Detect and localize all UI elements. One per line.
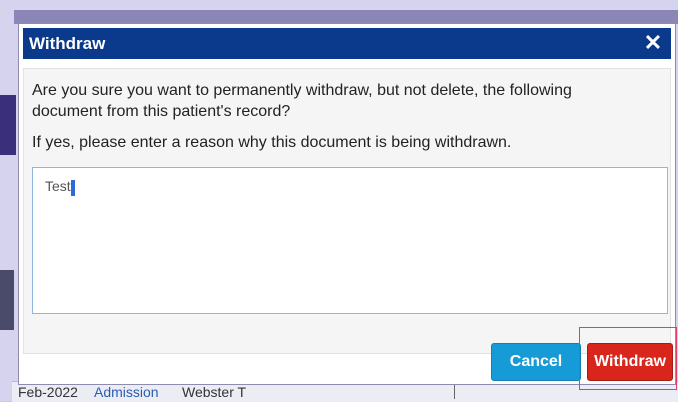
row-date: Feb-2022 xyxy=(18,384,78,400)
row-name: Webster T xyxy=(182,384,247,400)
background-sidebar xyxy=(0,95,16,155)
row-type-link: Admission xyxy=(94,384,159,400)
reason-textarea[interactable]: Test xyxy=(32,167,668,314)
reason-prompt: If yes, please enter a reason why this d… xyxy=(32,134,512,151)
background-header xyxy=(14,10,678,24)
cancel-button[interactable]: Cancel xyxy=(491,343,581,381)
background-sidebar-edge xyxy=(0,270,14,330)
withdraw-dialog: Withdraw ✕ Are you sure you want to perm… xyxy=(18,23,677,390)
close-icon[interactable]: ✕ xyxy=(641,30,665,56)
dialog-title: Withdraw xyxy=(29,34,106,53)
dialog-content: Are you sure you want to permanently wit… xyxy=(23,68,671,354)
text-caret xyxy=(71,180,75,196)
withdraw-button[interactable]: Withdraw xyxy=(587,343,673,381)
confirmation-message: Are you sure you want to permanently wit… xyxy=(32,82,572,120)
row-separator xyxy=(454,385,455,399)
dialog-titlebar: Withdraw ✕ xyxy=(23,28,671,59)
